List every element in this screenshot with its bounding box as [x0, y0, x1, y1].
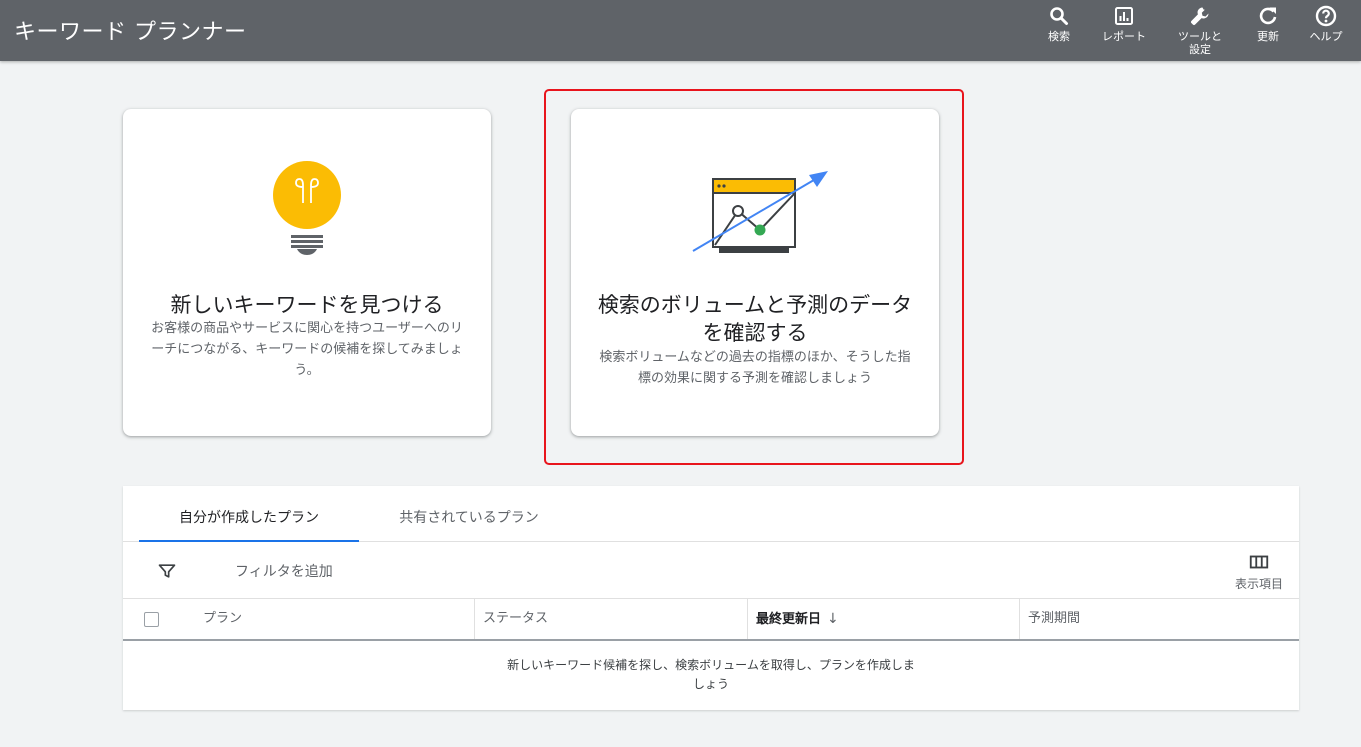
plans-tabs: 自分が作成したプラン 共有されているプラン	[123, 486, 1299, 542]
reports-button-label: レポート	[1102, 30, 1146, 43]
column-header-status[interactable]: ステータス	[474, 599, 747, 639]
filter-icon[interactable]	[157, 561, 177, 581]
refresh-icon	[1259, 7, 1277, 25]
tools-settings-button-label: ツールと 設定	[1178, 30, 1222, 56]
plans-panel: 自分が作成したプラン 共有されているプラン フィルタを追加 表示項目 プラン ス…	[123, 486, 1299, 710]
column-header-plan[interactable]: プラン	[195, 599, 475, 639]
wrench-icon	[1191, 7, 1209, 25]
empty-state-message: 新しいキーワード候補を探し、検索ボリュームを取得し、プランを作成しましょう	[507, 658, 915, 691]
help-button[interactable]: ヘルプ	[1303, 4, 1349, 60]
card-title: 新しいキーワードを見つける	[170, 293, 444, 317]
column-header-last-updated-label: 最終更新日	[756, 612, 822, 627]
table-header: プラン ステータス 最終更新日 ↓ 予測期間	[123, 599, 1299, 641]
columns-icon	[1249, 555, 1269, 569]
sort-descending-icon: ↓	[827, 611, 839, 627]
discover-keywords-card[interactable]: 新しいキーワードを見つける お客様の商品やサービスに関心を持つユーザーへのリーチ…	[123, 109, 491, 436]
tools-settings-button[interactable]: ツールと 設定	[1170, 4, 1230, 60]
refresh-button-label: 更新	[1257, 30, 1279, 43]
columns-button[interactable]: 表示項目	[1231, 551, 1287, 592]
search-button[interactable]: 検索	[1041, 4, 1077, 60]
highlight-box	[544, 89, 964, 465]
card-description: お客様の商品やサービスに関心を持つユーザーへのリーチにつながる、キーワードの候補…	[151, 321, 463, 378]
add-filter-input[interactable]: フィルタを追加	[235, 561, 333, 581]
help-button-label: ヘルプ	[1309, 30, 1343, 43]
top-app-bar: キーワード プランナー 検索 レポート ツールと 設定 更新 ヘルプ	[0, 0, 1361, 61]
refresh-button[interactable]: 更新	[1250, 4, 1286, 60]
select-all-checkbox[interactable]	[144, 612, 159, 627]
column-header-forecast-period[interactable]: 予測期間	[1019, 599, 1299, 639]
search-icon	[1050, 7, 1068, 25]
filter-bar: フィルタを追加 表示項目	[123, 543, 1299, 599]
help-icon	[1315, 5, 1337, 27]
search-button-label: 検索	[1048, 30, 1070, 43]
lightbulb-icon	[273, 161, 341, 255]
columns-button-label: 表示項目	[1234, 577, 1283, 591]
column-header-last-updated[interactable]: 最終更新日 ↓	[747, 599, 1019, 639]
card-illustration	[123, 109, 491, 289]
report-icon	[1115, 7, 1133, 25]
reports-button[interactable]: レポート	[1095, 4, 1153, 60]
tab-shared-plans[interactable]: 共有されているプラン	[359, 486, 579, 542]
app-title: キーワード プランナー	[14, 20, 247, 45]
tab-my-plans[interactable]: 自分が作成したプラン	[139, 486, 359, 542]
